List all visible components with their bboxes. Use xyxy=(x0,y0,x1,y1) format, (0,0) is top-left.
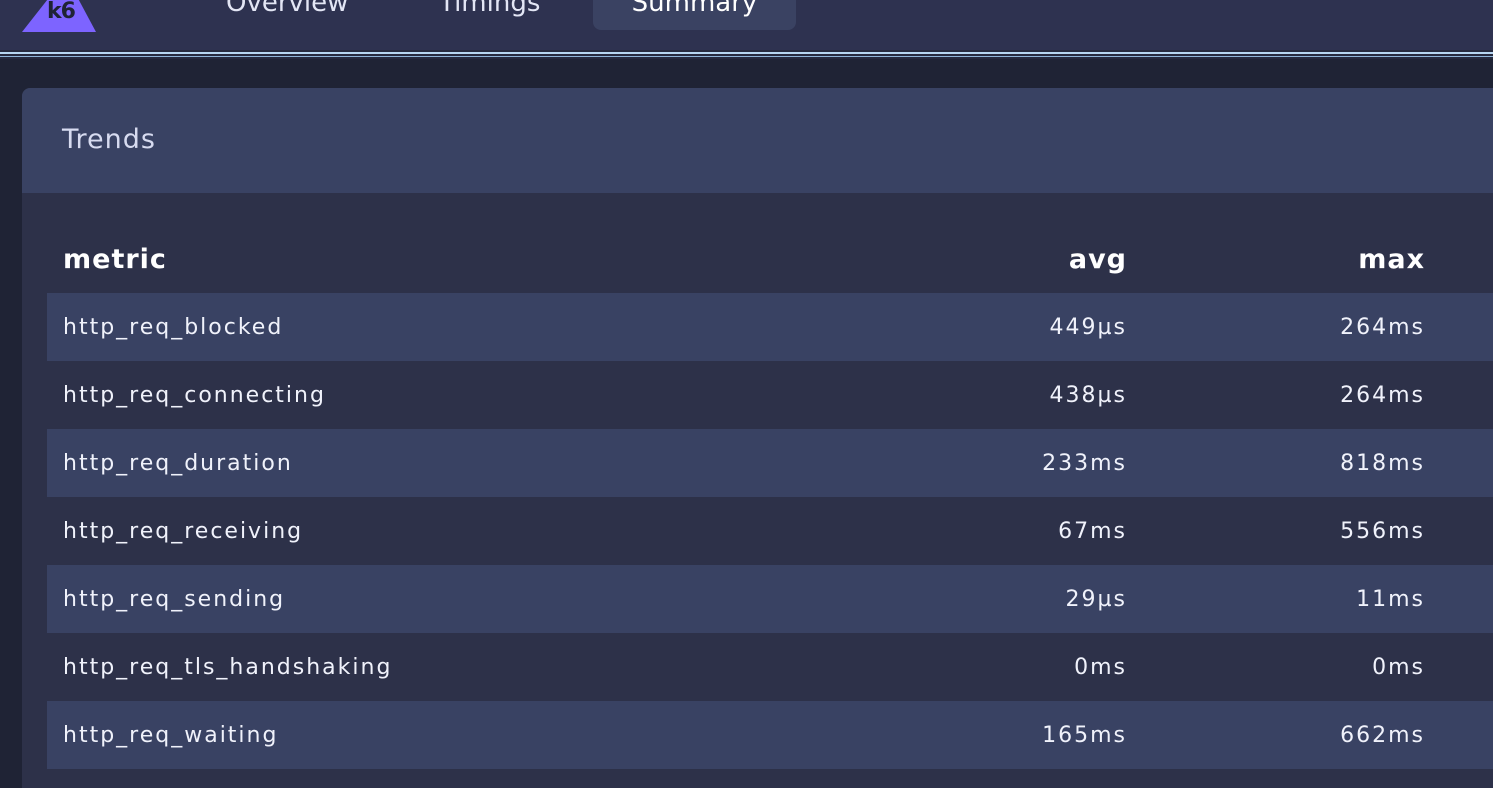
metric-cell: http_req_tls_handshaking xyxy=(47,633,917,701)
tab-timings[interactable]: Timings xyxy=(405,0,574,30)
metric-cell: http_req_blocked xyxy=(47,293,917,361)
avg-cell: 29µs xyxy=(917,565,1127,633)
row-spacer xyxy=(1425,429,1493,497)
row-spacer xyxy=(1425,293,1493,361)
avg-cell: 67ms xyxy=(917,497,1127,565)
column-header-avg[interactable]: avg xyxy=(917,226,1127,293)
avg-cell: 233ms xyxy=(917,429,1127,497)
logo-text: k6 xyxy=(47,0,76,24)
divider-line xyxy=(0,52,1493,54)
table-row: http_req_sending 29µs 11ms xyxy=(47,565,1493,633)
trends-table: metric avg max http_req_blocked 449µs 26… xyxy=(47,226,1493,769)
row-spacer xyxy=(1425,701,1493,769)
table-row: http_req_tls_handshaking 0ms 0ms xyxy=(47,633,1493,701)
avg-cell: 165ms xyxy=(917,701,1127,769)
tab-summary[interactable]: Summary xyxy=(593,0,796,30)
table-header-row: metric avg max xyxy=(47,226,1493,293)
max-cell: 818ms xyxy=(1127,429,1425,497)
avg-cell: 0ms xyxy=(917,633,1127,701)
max-cell: 556ms xyxy=(1127,497,1425,565)
row-spacer xyxy=(1425,633,1493,701)
divider-line xyxy=(0,56,1493,57)
column-header-metric[interactable]: metric xyxy=(47,226,917,293)
row-spacer xyxy=(1425,497,1493,565)
top-navigation-bar: k6 Overview Timings Summary xyxy=(0,0,1493,50)
column-header-spacer xyxy=(1425,226,1493,293)
trends-card-header: Trends xyxy=(22,88,1493,193)
avg-cell: 438µs xyxy=(917,361,1127,429)
max-cell: 264ms xyxy=(1127,293,1425,361)
table-row: http_req_connecting 438µs 264ms xyxy=(47,361,1493,429)
row-spacer xyxy=(1425,361,1493,429)
metric-cell: http_req_connecting xyxy=(47,361,917,429)
max-cell: 662ms xyxy=(1127,701,1425,769)
max-cell: 0ms xyxy=(1127,633,1425,701)
row-spacer xyxy=(1425,565,1493,633)
column-header-max[interactable]: max xyxy=(1127,226,1425,293)
metric-cell: http_req_sending xyxy=(47,565,917,633)
max-cell: 264ms xyxy=(1127,361,1425,429)
table-row: http_req_blocked 449µs 264ms xyxy=(47,293,1493,361)
metric-cell: http_req_receiving xyxy=(47,497,917,565)
header-divider xyxy=(0,50,1493,59)
max-cell: 11ms xyxy=(1127,565,1425,633)
trends-title: Trends xyxy=(62,124,156,155)
table-row: http_req_duration 233ms 818ms xyxy=(47,429,1493,497)
trends-card: Trends metric avg max http_req_blocked 4… xyxy=(22,88,1493,788)
table-row: http_req_waiting 165ms 662ms xyxy=(47,701,1493,769)
avg-cell: 449µs xyxy=(917,293,1127,361)
metric-cell: http_req_duration xyxy=(47,429,917,497)
table-row: http_req_receiving 67ms 556ms xyxy=(47,497,1493,565)
tab-overview[interactable]: Overview xyxy=(192,0,382,30)
metric-cell: http_req_waiting xyxy=(47,701,917,769)
